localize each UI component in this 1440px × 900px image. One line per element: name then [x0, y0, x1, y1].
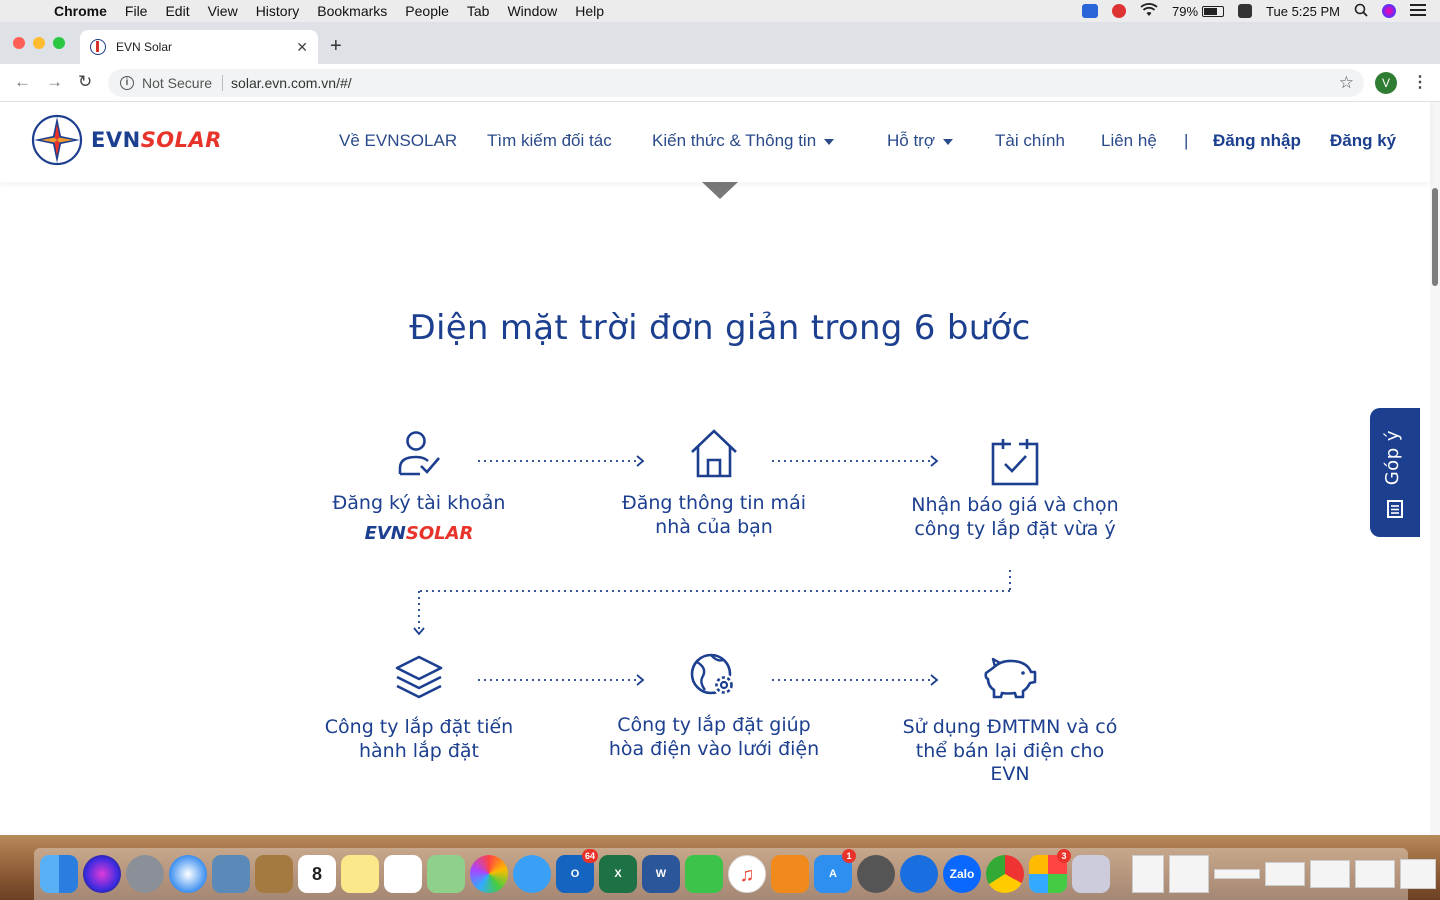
- outlook-badge: 64: [581, 849, 598, 863]
- excel-icon[interactable]: X: [599, 855, 637, 893]
- feedback-label: Góp ý: [1382, 430, 1403, 486]
- maps-icon[interactable]: [427, 855, 465, 893]
- section-notch: [702, 182, 738, 199]
- facetime-icon[interactable]: [685, 855, 723, 893]
- reminders-icon[interactable]: [384, 855, 422, 893]
- messages-icon[interactable]: [513, 855, 551, 893]
- document-thumbnail-icon[interactable]: [1169, 855, 1209, 893]
- feedback-form-icon: [1387, 500, 1403, 518]
- nav-partners[interactable]: Tìm kiếm đối tác: [487, 131, 612, 151]
- step-5: Công ty lắp đặt giúp hòa điện vào lưới đ…: [602, 652, 826, 761]
- feedback-button[interactable]: Góp ý: [1370, 408, 1420, 537]
- nav-contact[interactable]: Liên hệ: [1101, 131, 1157, 151]
- piggy-bank-icon: [984, 657, 1037, 699]
- word-icon[interactable]: W: [642, 855, 680, 893]
- document-thumbnail-icon[interactable]: [1132, 855, 1164, 893]
- launchpad-icon[interactable]: [126, 855, 164, 893]
- notes-icon[interactable]: [341, 855, 379, 893]
- step-2-label: Đăng thông tin mái nhà của bạn: [621, 492, 806, 538]
- zalo-icon[interactable]: Zalo: [943, 855, 981, 893]
- step-4-label: Công ty lắp đặt tiến hành lắp đặt: [324, 716, 514, 762]
- user-check-icon: [398, 431, 440, 476]
- layers-icon: [395, 655, 443, 699]
- calendar-check-icon: [991, 439, 1039, 486]
- books-icon[interactable]: [771, 855, 809, 893]
- nav-support-label: Hỗ trợ: [887, 131, 935, 150]
- calendar-icon[interactable]: 8: [298, 855, 336, 893]
- step-2: Đăng thông tin mái nhà của bạn: [606, 428, 822, 539]
- step-6-label: Sử dụng ĐMTMN và có thể bán lại điện cho…: [902, 716, 1118, 785]
- nav-divider: |: [1184, 131, 1189, 150]
- app-store-icon[interactable]: A1: [814, 849, 856, 893]
- mini-logo-evn: EVN: [364, 522, 406, 544]
- microsoft-app-badge: 3: [1057, 849, 1071, 863]
- macos-dock: 8 O 64 X W ♫ A1 Zalo 3: [34, 848, 1436, 900]
- outlook-icon[interactable]: O 64: [556, 849, 598, 893]
- mail-stamp-icon[interactable]: [212, 855, 250, 893]
- document-thumbnail-icon[interactable]: [1355, 860, 1395, 888]
- teamviewer-icon[interactable]: [900, 855, 938, 893]
- step-3: Nhận báo giá và chọn công ty lắp đặt vừa…: [902, 436, 1128, 541]
- nav-finance[interactable]: Tài chính: [995, 131, 1065, 151]
- nav-about[interactable]: Về EVNSOLAR: [339, 131, 457, 151]
- register-link[interactable]: Đăng ký: [1330, 131, 1396, 151]
- logo-text-evn: EVN: [91, 128, 141, 152]
- system-preferences-icon[interactable]: [857, 855, 895, 893]
- evnsolar-logo[interactable]: EVNSOLAR: [31, 114, 222, 166]
- chrome-icon[interactable]: [986, 855, 1024, 893]
- microsoft-app-icon[interactable]: 3: [1029, 849, 1071, 893]
- logo-text-solar: SOLAR: [140, 128, 222, 152]
- document-thumbnail-icon[interactable]: [1310, 860, 1350, 888]
- mini-logo-solar: SOLAR: [405, 522, 474, 544]
- step-1-evnsolar-logo: EVNSOLAR: [312, 522, 526, 546]
- chevron-down-icon: [824, 138, 835, 145]
- document-thumbnail-icon[interactable]: [1400, 859, 1436, 889]
- nav-knowledge-label: Kiến thức & Thông tin: [652, 131, 817, 150]
- step-1: Đăng ký tài khoản EVNSOLAR: [312, 428, 526, 545]
- nav-knowledge[interactable]: Kiến thức & Thông tin: [652, 131, 835, 151]
- evn-logo-mark-icon: [31, 114, 83, 166]
- step-1-label: Đăng ký tài khoản: [332, 492, 506, 514]
- siri-dock-icon[interactable]: [83, 855, 121, 893]
- app-store-badge: 1: [842, 849, 856, 863]
- step-6: Sử dụng ĐMTMN và có thể bán lại điện cho…: [898, 654, 1122, 787]
- preview-icon[interactable]: [1072, 855, 1110, 893]
- login-link[interactable]: Đăng nhập: [1213, 131, 1301, 151]
- finder-icon[interactable]: [40, 855, 78, 893]
- logo-wordmark: EVNSOLAR: [91, 128, 222, 152]
- contacts-icon[interactable]: [255, 855, 293, 893]
- itunes-icon[interactable]: ♫: [728, 855, 766, 893]
- step-4: Công ty lắp đặt tiến hành lắp đặt: [312, 654, 526, 763]
- house-icon: [691, 429, 737, 478]
- nav-support[interactable]: Hỗ trợ: [887, 131, 953, 151]
- document-thumbnail-icon[interactable]: [1265, 862, 1305, 886]
- chevron-down-icon: [943, 138, 953, 145]
- globe-gear-icon: [690, 653, 735, 696]
- site-header: EVNSOLAR Về EVNSOLAR Tìm kiếm đối tác Ki…: [0, 102, 1430, 182]
- document-thumbnail-icon[interactable]: [1214, 869, 1260, 879]
- safari-icon[interactable]: [169, 855, 207, 893]
- step-5-label: Công ty lắp đặt giúp hòa điện vào lưới đ…: [608, 714, 820, 760]
- photos-icon[interactable]: [470, 855, 508, 893]
- step-3-label: Nhận báo giá và chọn công ty lắp đặt vừa…: [911, 494, 1119, 540]
